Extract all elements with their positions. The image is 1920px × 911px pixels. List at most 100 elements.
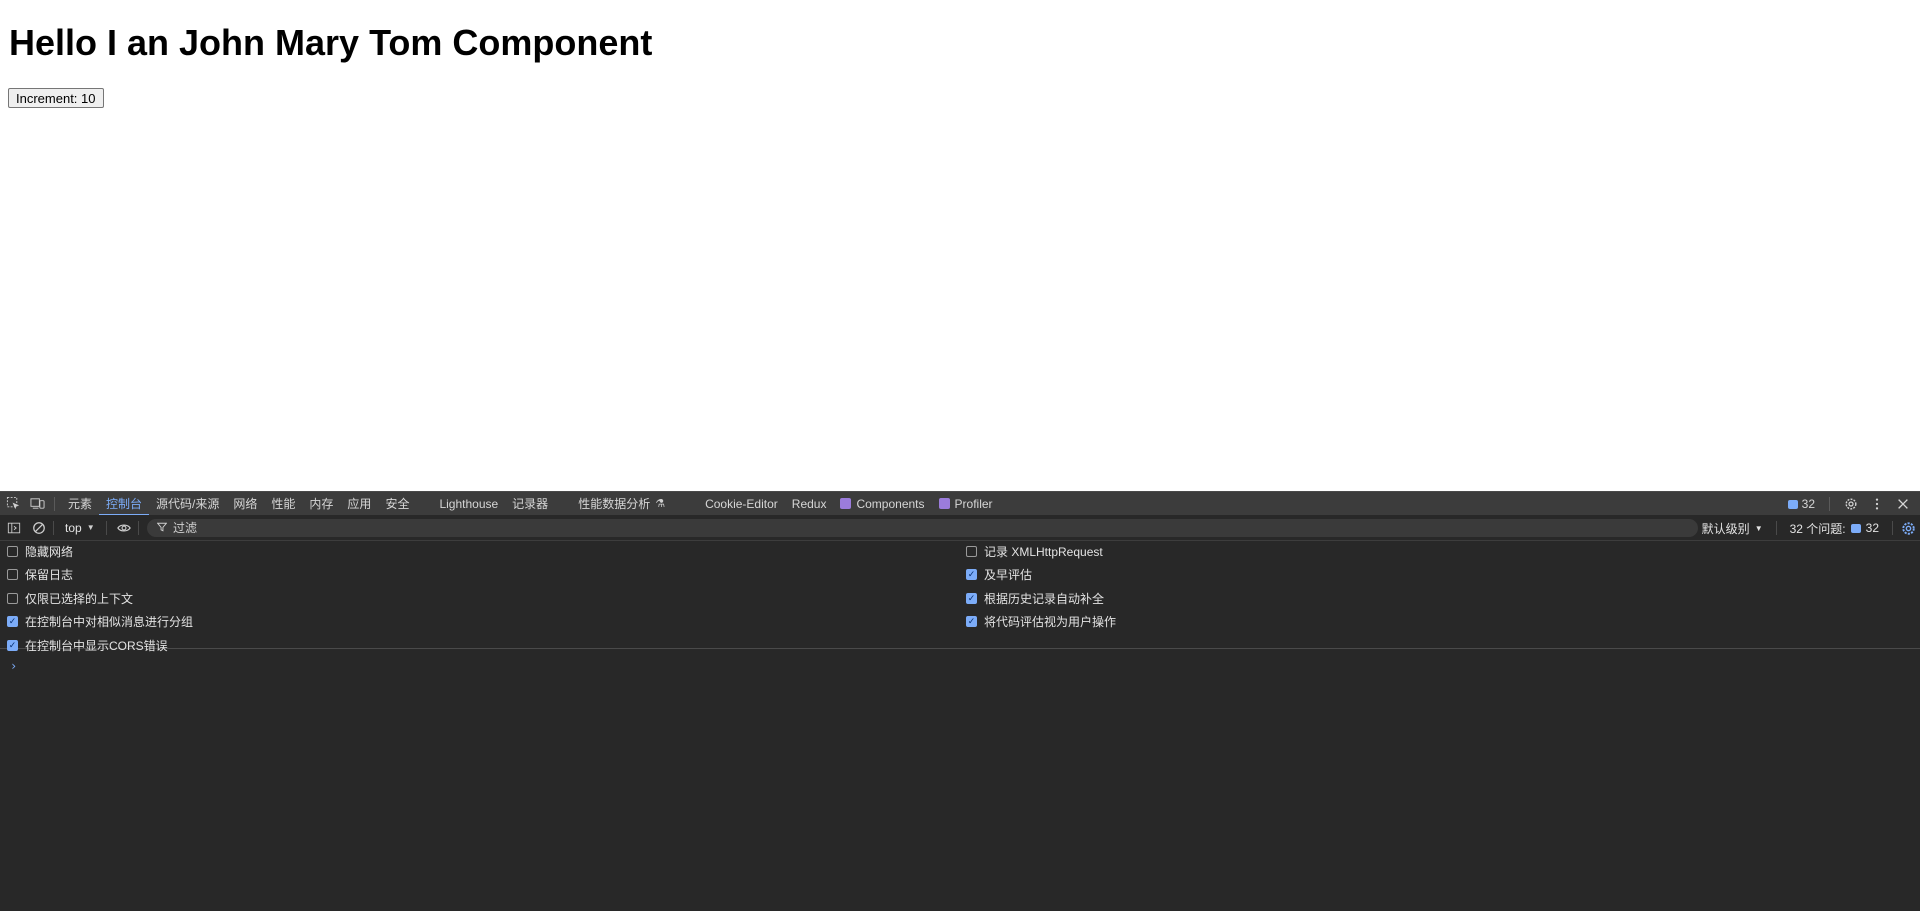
setting-option[interactable]: 记录 XMLHttpRequest bbox=[966, 543, 1103, 559]
message-icon bbox=[1850, 523, 1861, 533]
tab-item-0[interactable]: 元素 bbox=[61, 492, 99, 516]
setting-checkbox[interactable] bbox=[966, 545, 977, 557]
tab-label: 性能数据分析 bbox=[578, 497, 651, 511]
tab-separator bbox=[54, 496, 55, 511]
page-content: Hello I an John Mary Tom Component Incre… bbox=[0, 0, 1920, 491]
tab-item-5[interactable]: 内存 bbox=[302, 492, 340, 516]
tab-label: Cookie-Editor bbox=[705, 496, 778, 511]
devtools-tab-bar: 元素 控制台 源代码/来源 网络 性能 内存 应用 安全 Lighthouse 记录器 性能数据分析… bbox=[0, 491, 1920, 516]
log-level-selector[interactable]: 默认级别 ▼ bbox=[1692, 520, 1773, 537]
more-options-icon[interactable] bbox=[1866, 493, 1888, 515]
tab-label: 控制台 bbox=[106, 497, 143, 511]
setting-option[interactable]: 将代码评估视为用户操作 bbox=[966, 614, 1116, 630]
right-separator bbox=[1829, 497, 1830, 511]
tab-label: 网络 bbox=[233, 497, 258, 511]
issues-count: 32 bbox=[1865, 521, 1879, 535]
console-settings-gear-icon[interactable] bbox=[1896, 516, 1920, 540]
setting-option[interactable]: 及早评估 bbox=[966, 567, 1032, 583]
setting-checkbox[interactable] bbox=[966, 592, 977, 604]
tab-item-1[interactable]: 控制台 bbox=[99, 492, 150, 516]
setting-checkbox[interactable] bbox=[966, 616, 977, 627]
react-icon bbox=[938, 498, 950, 509]
toolbar-separator bbox=[137, 520, 139, 535]
tab-label: Profiler bbox=[954, 496, 993, 511]
toolbar-separator bbox=[105, 520, 107, 535]
tab-label: 内存 bbox=[309, 497, 334, 511]
close-icon[interactable] bbox=[1892, 493, 1914, 515]
setting-option[interactable]: 在控制台中对相似消息进行分组 bbox=[7, 614, 193, 630]
caret-down-icon: ▼ bbox=[86, 523, 95, 532]
setting-label: 根据历史记录自动补全 bbox=[984, 591, 1105, 606]
filter-funnel-icon bbox=[156, 522, 168, 535]
console-toolbar: top ▼ 默认级别 ▼ 32 个问题: 32 bbox=[0, 515, 1920, 541]
setting-checkbox[interactable] bbox=[7, 592, 18, 604]
tab-label: 应用 bbox=[347, 497, 372, 511]
setting-option[interactable]: 仅限已选择的上下文 bbox=[7, 590, 133, 606]
experiment-flask-icon: ⚗ bbox=[655, 498, 666, 510]
setting-option[interactable]: 保留日志 bbox=[7, 567, 73, 583]
devtools-right-controls: 32 bbox=[1784, 492, 1914, 516]
tab-label: 记录器 bbox=[512, 497, 549, 511]
react-icon bbox=[840, 498, 852, 509]
tab-lighthouse[interactable]: Lighthouse bbox=[432, 492, 505, 516]
setting-checkbox[interactable] bbox=[7, 545, 18, 557]
setting-label: 保留日志 bbox=[25, 568, 74, 582]
tab-label: Lighthouse bbox=[439, 496, 499, 511]
setting-checkbox[interactable] bbox=[7, 569, 18, 580]
tab-item-10[interactable]: 性能数据分析 ⚗ bbox=[571, 492, 672, 516]
tab-label: 性能 bbox=[271, 497, 296, 511]
device-toolbar-icon[interactable] bbox=[26, 493, 48, 515]
tab-item-9[interactable]: 记录器 bbox=[505, 492, 555, 516]
setting-label: 及早评估 bbox=[984, 568, 1033, 582]
live-expression-eye-icon[interactable] bbox=[113, 517, 135, 539]
setting-label: 将代码评估视为用户操作 bbox=[984, 615, 1117, 629]
tab-item-4[interactable]: 性能 bbox=[264, 492, 302, 516]
setting-option[interactable]: 在控制台中显示CORS错误 bbox=[7, 637, 168, 653]
increment-button[interactable]: Increment: 10 bbox=[8, 88, 104, 108]
settings-gear-icon[interactable] bbox=[1840, 493, 1862, 515]
tab-label: 源代码/来源 bbox=[156, 497, 220, 511]
page-heading: Hello I an John Mary Tom Component bbox=[9, 22, 653, 63]
setting-label: 在控制台中对相似消息进行分组 bbox=[25, 615, 194, 629]
tab-label: 元素 bbox=[68, 497, 93, 511]
context-value: top bbox=[65, 520, 82, 535]
setting-label: 在控制台中显示CORS错误 bbox=[25, 638, 168, 653]
tab-profiler[interactable]: Profiler bbox=[932, 492, 1000, 516]
tab-components[interactable]: Components bbox=[833, 492, 931, 516]
tab-label: Components bbox=[856, 496, 925, 511]
clear-console-icon[interactable] bbox=[28, 517, 50, 539]
issues-badge-count: 32 bbox=[1801, 497, 1815, 511]
context-selector[interactable]: top ▼ bbox=[57, 521, 103, 535]
setting-checkbox[interactable] bbox=[7, 639, 18, 651]
filter-box[interactable] bbox=[147, 519, 1698, 537]
issues-badge[interactable]: 32 bbox=[1784, 497, 1819, 511]
setting-option[interactable]: 根据历史记录自动补全 bbox=[966, 590, 1104, 606]
setting-checkbox[interactable] bbox=[7, 616, 18, 627]
sidebar-toggle-icon[interactable] bbox=[3, 517, 25, 539]
setting-label: 仅限已选择的上下文 bbox=[25, 591, 134, 606]
tab-redux[interactable]: Redux bbox=[785, 492, 834, 516]
toolbar-separator bbox=[53, 520, 54, 535]
toolbar-separator bbox=[1892, 521, 1893, 535]
inspect-element-icon[interactable] bbox=[2, 493, 24, 515]
tab-label: 安全 bbox=[385, 497, 410, 511]
devtools-tabs: 元素 控制台 源代码/来源 网络 性能 内存 应用 安全 Lighthouse 记录器 性能数据分析… bbox=[61, 492, 1000, 516]
tab-item-7[interactable]: 安全 bbox=[378, 492, 416, 516]
tab-cookieeditor[interactable]: Cookie-Editor bbox=[698, 492, 785, 516]
tab-item-2[interactable]: 源代码/来源 bbox=[149, 492, 226, 516]
tab-label: Redux bbox=[791, 496, 827, 511]
setting-label: 记录 XMLHttpRequest bbox=[984, 544, 1103, 559]
issues-label: 32 个问题: bbox=[1789, 521, 1846, 536]
message-icon bbox=[1787, 499, 1798, 509]
tab-item-3[interactable]: 网络 bbox=[226, 492, 264, 516]
filter-input[interactable] bbox=[173, 521, 1573, 535]
setting-checkbox[interactable] bbox=[966, 569, 977, 580]
log-level-value: 默认级别 bbox=[1701, 521, 1750, 536]
caret-down-icon: ▼ bbox=[1754, 523, 1763, 533]
console-prompt[interactable]: › bbox=[10, 659, 17, 673]
tab-item-6[interactable]: 应用 bbox=[340, 492, 378, 516]
toolbar-separator bbox=[1775, 521, 1777, 535]
toolbar-right: 默认级别 ▼ 32 个问题: 32 bbox=[1692, 515, 1920, 541]
issues-counter[interactable]: 32 个问题: 32 bbox=[1780, 520, 1889, 537]
setting-option[interactable]: 隐藏网络 bbox=[7, 543, 73, 559]
